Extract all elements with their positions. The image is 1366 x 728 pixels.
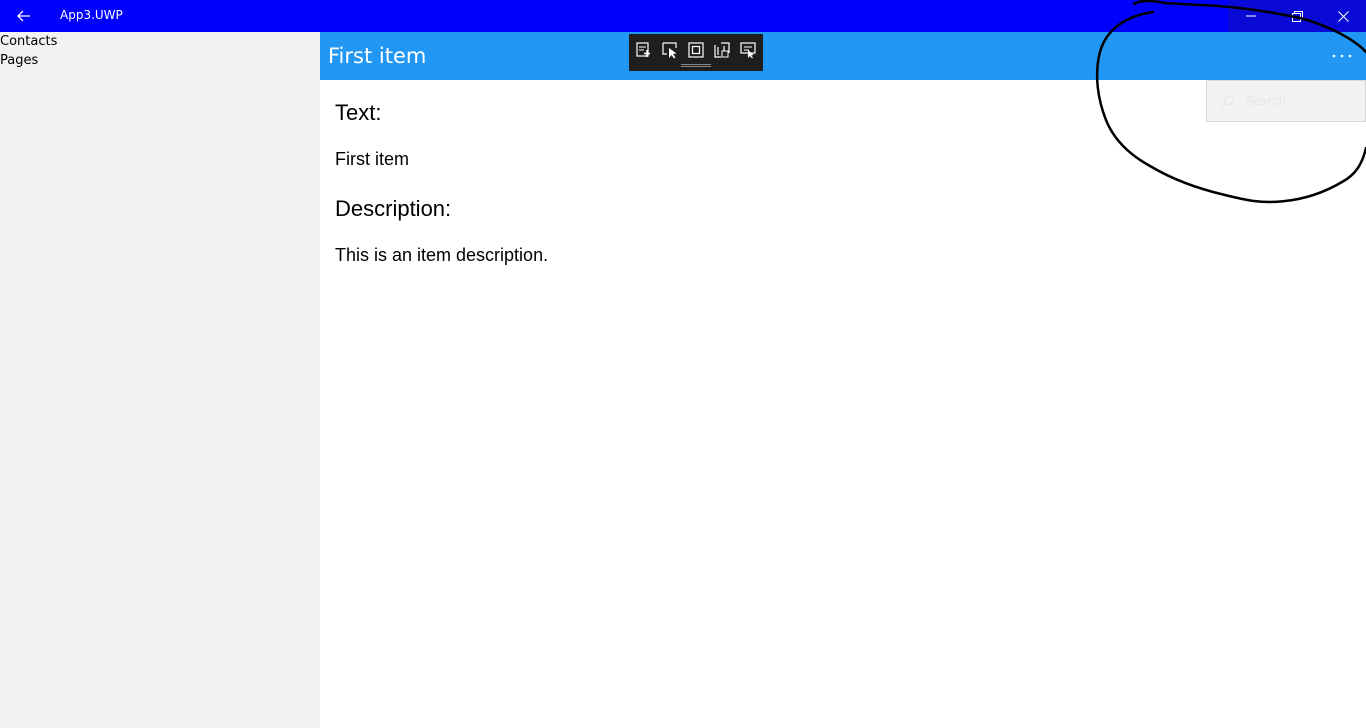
restore-button[interactable] xyxy=(1274,0,1320,32)
back-button[interactable] xyxy=(0,0,48,32)
app-title: App3.UWP xyxy=(60,8,123,22)
description-value: This is an item description. xyxy=(335,245,549,265)
close-icon xyxy=(1337,10,1349,22)
go-to-live-visual-tree-icon xyxy=(636,42,650,57)
track-focus-icon xyxy=(714,42,730,58)
display-layout-adorners-icon xyxy=(688,42,704,58)
go-to-live-visual-tree-button[interactable] xyxy=(633,39,655,61)
nav-item-contacts[interactable]: Contacts xyxy=(0,34,57,49)
toolbar-grip[interactable] xyxy=(681,64,711,67)
text-value: First item xyxy=(335,149,409,169)
close-button[interactable] xyxy=(1320,0,1366,32)
preview-selection-button[interactable] xyxy=(737,39,759,61)
minimize-icon xyxy=(1246,15,1256,17)
navigation-pane: Contacts Pages xyxy=(0,32,320,728)
track-focus-button[interactable] xyxy=(711,39,733,61)
page-title: First item xyxy=(328,44,427,68)
detail-content: Text: First item Description: This is an… xyxy=(320,80,1366,728)
title-bar: App3.UWP xyxy=(0,0,1366,32)
restore-icon xyxy=(1291,10,1303,22)
display-layout-adorners-button[interactable] xyxy=(685,39,707,61)
select-element-button[interactable] xyxy=(659,39,681,61)
preview-selection-icon xyxy=(740,42,756,59)
page-header: First item xyxy=(320,32,1366,80)
text-heading: Text: xyxy=(335,100,382,125)
more-button[interactable] xyxy=(1320,40,1364,72)
debug-toolbar xyxy=(629,34,763,71)
nav-item-pages[interactable]: Pages xyxy=(0,53,38,68)
description-heading: Description: xyxy=(335,196,452,221)
arrow-left-icon xyxy=(17,10,30,22)
select-element-icon xyxy=(662,42,677,59)
minimize-button[interactable] xyxy=(1228,0,1274,32)
more-ellipsis-icon xyxy=(1332,54,1352,58)
